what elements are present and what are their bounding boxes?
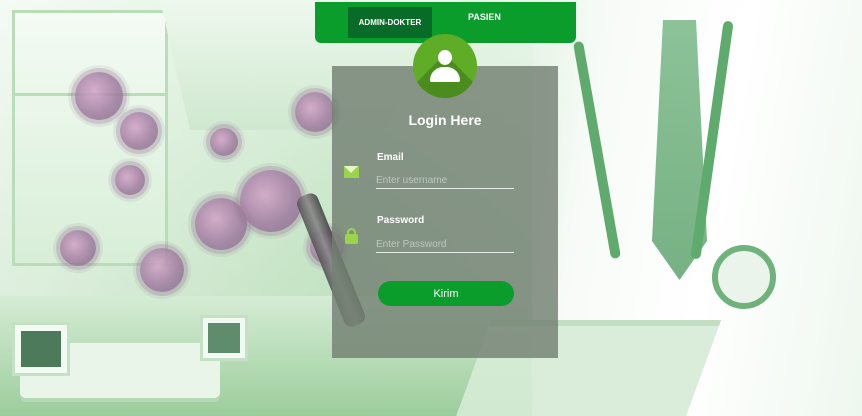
password-input[interactable] — [376, 236, 514, 253]
virus-graphic — [75, 72, 123, 120]
login-title: Login Here — [408, 112, 482, 128]
password-label: Password — [377, 215, 425, 226]
virus-graphic — [115, 165, 145, 195]
user-icon — [413, 34, 477, 98]
email-input[interactable] — [376, 172, 514, 189]
avatar-head — [438, 50, 452, 65]
tab-admin-dokter[interactable]: ADMIN-DOKTER — [348, 7, 432, 38]
email-label: Email — [377, 152, 404, 163]
patient-monitor-secondary — [200, 315, 248, 361]
mail-icon — [344, 166, 359, 178]
patient-monitor — [12, 322, 70, 376]
virus-graphic — [120, 112, 158, 150]
virus-graphic — [195, 198, 247, 250]
stethoscope-chestpiece — [712, 245, 776, 309]
virus-graphic — [240, 170, 302, 232]
virus-graphic — [140, 248, 184, 292]
lock-icon — [345, 228, 358, 244]
tab-pasien[interactable]: PASIEN — [462, 11, 507, 23]
stethoscope-tube-left — [572, 40, 622, 260]
login-card — [332, 66, 558, 358]
virus-graphic — [210, 128, 238, 156]
virus-graphic — [295, 92, 335, 132]
virus-graphic — [60, 230, 96, 266]
submit-button[interactable]: Kirim — [378, 281, 514, 306]
